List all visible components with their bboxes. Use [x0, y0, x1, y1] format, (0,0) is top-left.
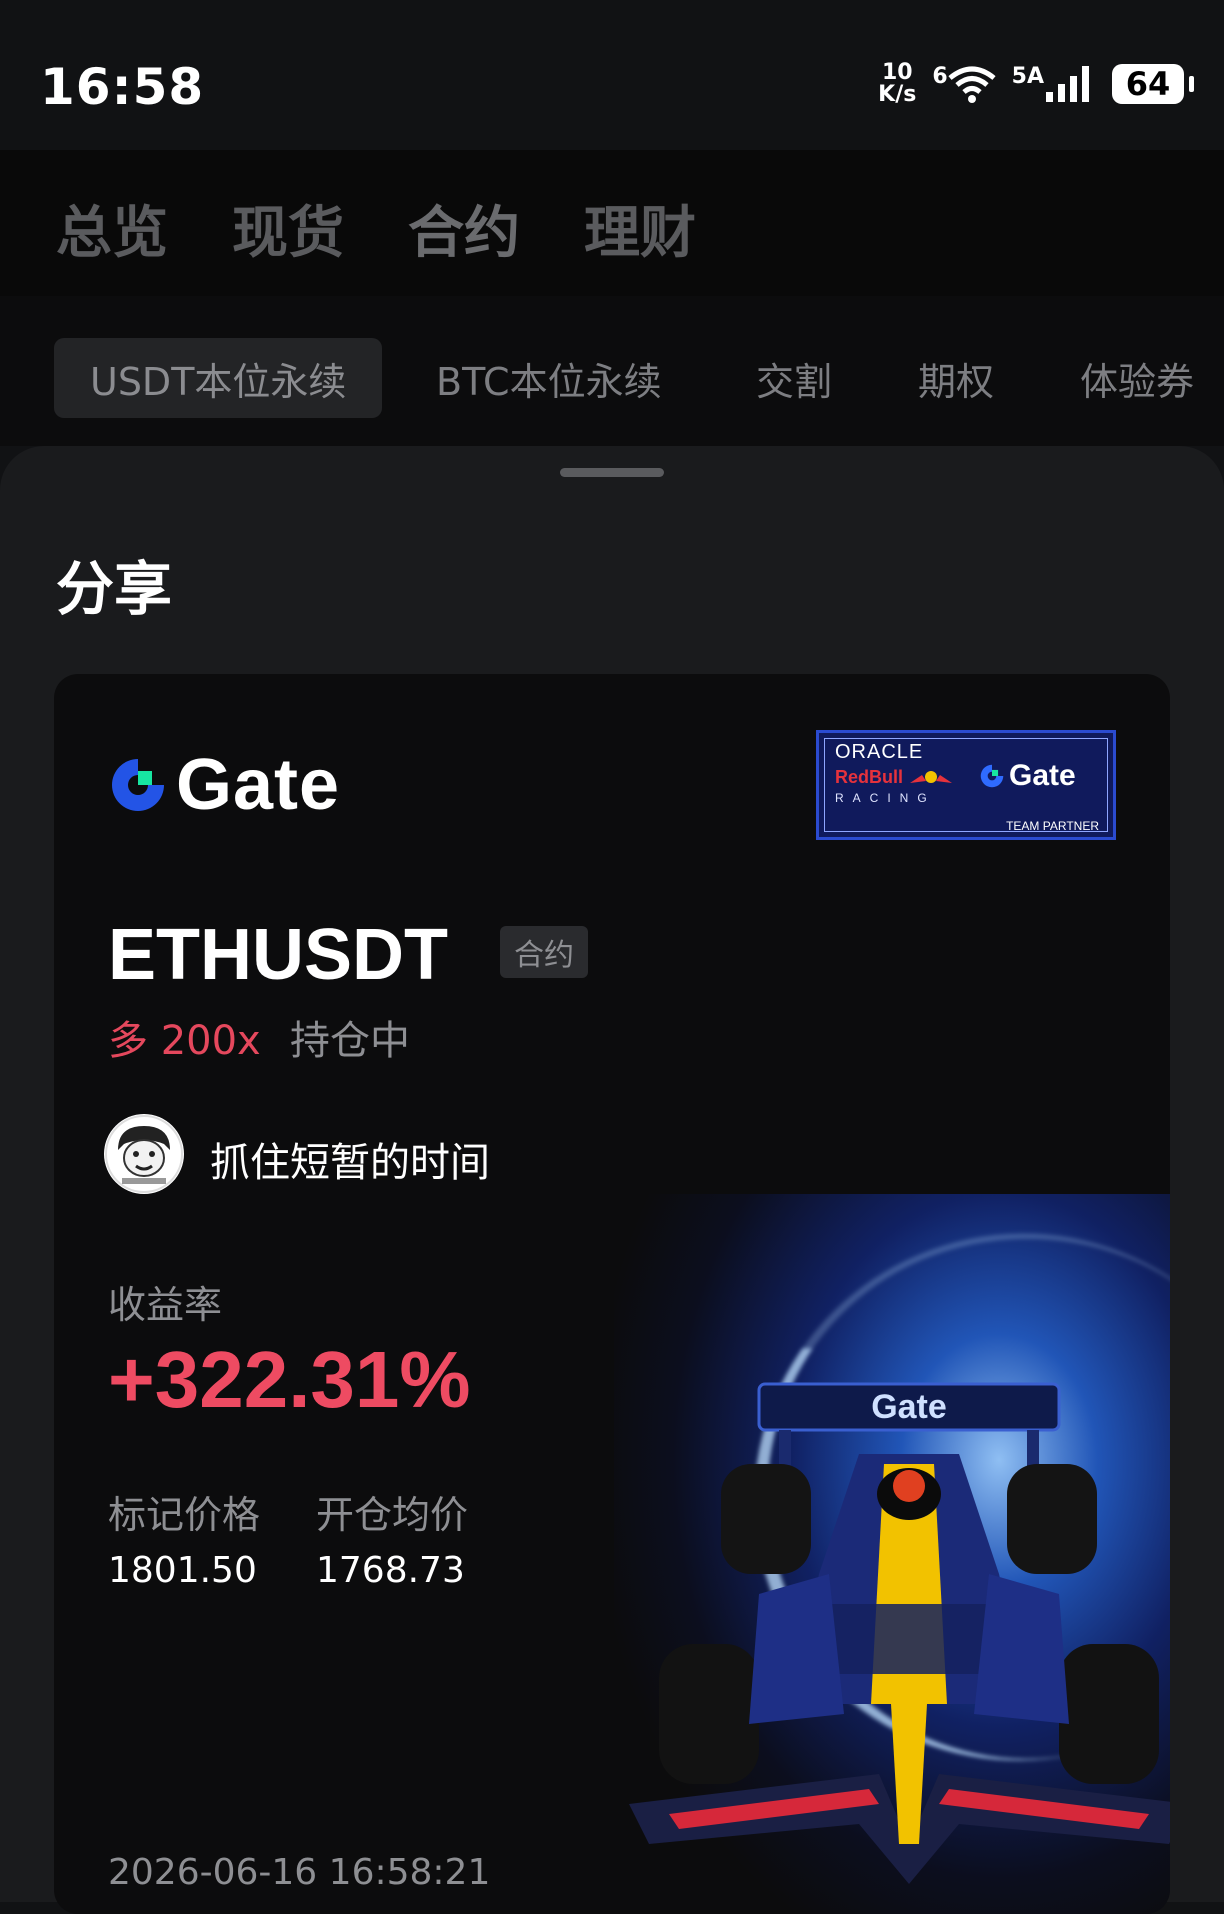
subtab-btc-perpetual[interactable]: BTC本位永续 — [436, 338, 662, 418]
main-tab-bar: 总览 现货 合约 理财 — [0, 150, 1224, 297]
subtab-delivery[interactable]: 交割 — [756, 338, 832, 418]
tab-overview[interactable]: 总览 — [56, 188, 168, 269]
network-speed-unit: K/s — [878, 82, 917, 107]
network-speed-value: 10 — [881, 60, 913, 85]
clock: 16:58 — [40, 58, 205, 116]
partner-redbull: RedBull — [835, 767, 954, 788]
partner-team: TEAM PARTNER — [1006, 819, 1099, 833]
status-bar: 16:58 10 K/s 6 5A 64 — [0, 0, 1224, 150]
tab-futures[interactable]: 合约 — [408, 188, 520, 269]
partner-racing: RACING — [835, 791, 936, 805]
subtab-vouchers[interactable]: 体验券 — [1080, 338, 1194, 418]
status-icons: 10 K/s 6 5A 64 — [878, 62, 1194, 106]
bull-icon — [910, 771, 953, 784]
share-sheet: 分享 Gate ORACLE RedBull RACING Gate TEAM … — [0, 446, 1224, 1914]
partner-gate: Gate — [979, 759, 1076, 793]
contract-tag: 合约 — [500, 926, 588, 978]
username: 抓住短暂的时间 — [210, 1140, 490, 1186]
partner-badge: ORACLE RedBull RACING Gate TEAM PARTNER — [816, 730, 1116, 840]
gate-small-icon — [980, 764, 1004, 788]
partner-redbull-text: RedBull — [835, 767, 904, 787]
battery-level: 64 — [1125, 65, 1171, 103]
car-wing-text: Gate — [871, 1388, 947, 1426]
race-car-image: Gate — [629, 1382, 1170, 1884]
sub-tab-bar: USDT本位永续 BTC本位永续 交割 期权 体验券 — [0, 296, 1224, 446]
partner-oracle: ORACLE — [835, 741, 924, 763]
contract-symbol: ETHUSDT — [108, 915, 448, 995]
gate-logo: Gate — [108, 744, 340, 826]
open-price-value: 1768.73 — [316, 1550, 465, 1591]
signal-label: 5A — [1011, 64, 1044, 89]
position-status: 持仓中 — [290, 1018, 410, 1064]
position-direction: 多 200x — [108, 1018, 261, 1064]
cell-signal-icon: 5A — [1012, 64, 1096, 104]
subtab-options[interactable]: 期权 — [918, 338, 994, 418]
open-price-label: 开仓均价 — [316, 1493, 469, 1537]
partner-gate-text: Gate — [1009, 759, 1076, 792]
network-speed: 10 K/s — [878, 62, 916, 106]
mark-price-label: 标记价格 — [108, 1493, 261, 1537]
drag-handle[interactable] — [560, 468, 664, 477]
share-card: Gate ORACLE RedBull RACING Gate TEAM PAR… — [54, 674, 1170, 1914]
timestamp: 2026-06-16 16:58:21 — [108, 1852, 491, 1893]
subtab-usdt-perpetual[interactable]: USDT本位永续 — [54, 338, 383, 418]
gate-logo-icon — [112, 759, 164, 811]
avatar — [104, 1114, 184, 1194]
gate-logo-text: Gate — [176, 745, 341, 825]
mark-price-value: 1801.50 — [108, 1550, 257, 1591]
yield-label: 收益率 — [108, 1283, 223, 1327]
tab-earn[interactable]: 理财 — [584, 188, 696, 269]
yield-value: +322.31% — [108, 1335, 471, 1424]
battery-icon: 64 — [1112, 64, 1194, 104]
tab-spot[interactable]: 现货 — [232, 188, 344, 269]
wifi-icon: 6 — [932, 64, 996, 104]
wifi-label: 6 — [932, 64, 948, 89]
sheet-title: 分享 — [56, 555, 173, 623]
